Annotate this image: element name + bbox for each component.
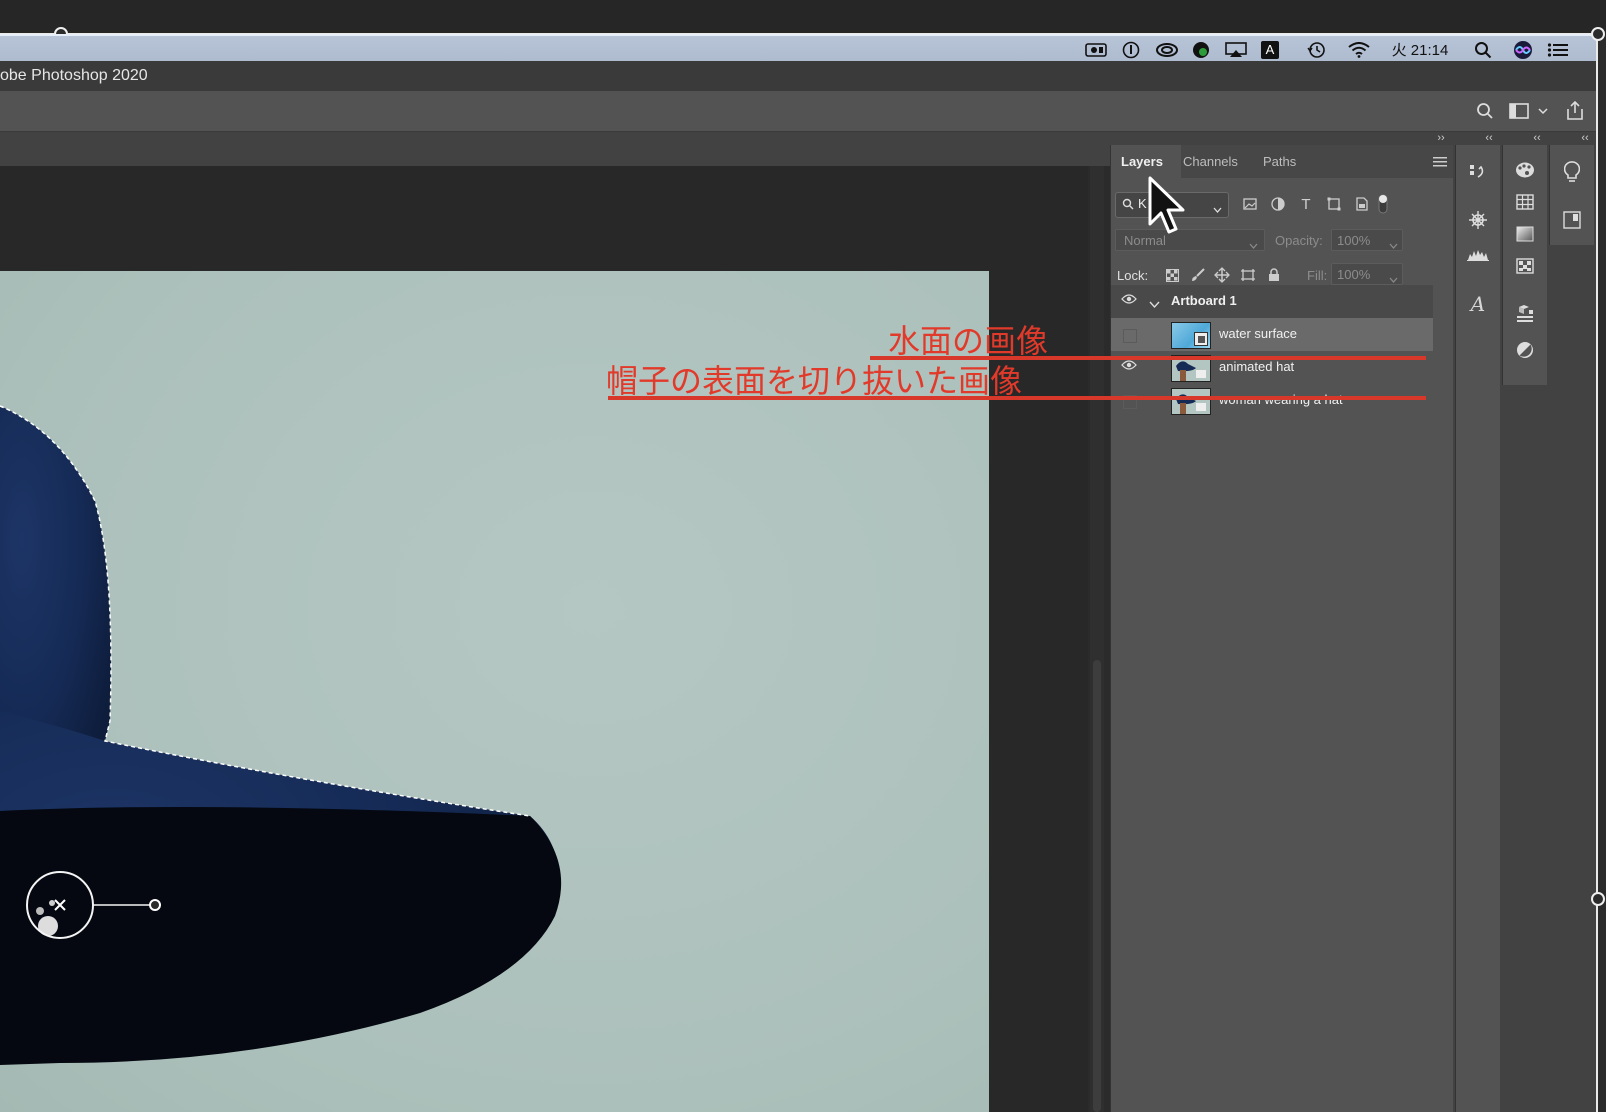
tab-paths[interactable]: Paths [1263,154,1296,169]
airplay-icon[interactable] [1224,40,1248,59]
visibility-toggle[interactable] [1123,329,1137,343]
adjustment-filter-icon[interactable] [1269,195,1287,213]
control-center-icon[interactable] [1546,40,1570,59]
type-filter-icon[interactable]: T [1297,195,1315,213]
fill-field[interactable]: 100% [1331,263,1403,285]
scrollbar-thumb[interactable] [1093,660,1101,1112]
chevron-down-icon [1249,237,1258,255]
document-tab-strip [0,132,1110,166]
search-icon[interactable] [1474,100,1496,122]
swatches-grid-icon[interactable] [1514,191,1536,213]
lock-pixels-brush-icon[interactable] [1189,266,1207,284]
tab-channels[interactable]: Channels [1183,154,1238,169]
chevron-down-icon[interactable] [1149,296,1160,314]
opacity-label: Opacity: [1275,233,1323,248]
annotation-hat-underline [608,396,1426,400]
top-strip [0,0,1606,34]
lock-position-move-icon[interactable] [1213,266,1231,284]
chevron-down-icon [1389,237,1398,255]
options-bar [0,91,1596,132]
menubar-clock[interactable]: 火 21:14 [1388,40,1452,59]
spotlight-icon[interactable] [1472,40,1494,59]
workspace-icon[interactable] [1508,100,1530,122]
layer-thumbnail [1171,322,1211,349]
macos-menubar: A 火 21:14 [0,34,1596,63]
smart-object-icon [1194,332,1208,346]
layers-panel: Layers Channels Paths K T Normal Opacity… [1110,145,1453,1112]
expand-panels-arrow-3[interactable]: ‹‹ [1574,132,1596,145]
window-title-bar: obe Photoshop 2020 [0,61,1596,92]
transform-handle-top-right[interactable] [1591,27,1605,41]
layer-name: animated hat [1219,359,1295,374]
blend-mode-select[interactable]: Normal [1115,229,1265,251]
layer-row-water-surface[interactable]: water surface [1111,318,1433,351]
expand-panels-arrow-2[interactable]: ‹‹ [1526,132,1548,145]
shape-filter-icon[interactable] [1325,195,1343,213]
history-icon[interactable] [1467,161,1489,183]
creative-cloud-icon[interactable] [1154,40,1180,59]
opacity-value: 100% [1337,233,1371,248]
siri-icon[interactable] [1512,40,1534,59]
share-icon[interactable] [1564,100,1586,122]
histogram-icon[interactable] [1467,243,1489,265]
wifi-icon[interactable] [1346,40,1372,59]
navigator-wheel-icon[interactable] [1467,209,1489,231]
properties-icon[interactable] [1561,209,1583,231]
layer-thumbnail [1171,388,1211,415]
screen-record-icon[interactable] [1084,40,1108,59]
opacity-field[interactable]: 100% [1331,229,1403,251]
transform-handle-right-middle[interactable] [1591,892,1605,906]
learn-lightbulb-icon[interactable] [1561,161,1583,183]
fill-value: 100% [1337,267,1371,282]
layer-name: water surface [1219,326,1298,341]
panel-tab-bar: Layers Channels Paths [1111,145,1453,178]
artboard-group-row[interactable]: Artboard 1 [1111,285,1433,318]
input-method-icon[interactable]: A [1260,40,1280,59]
messenger-icon[interactable] [1190,40,1212,59]
collapsed-panel-column-3 [1549,145,1594,245]
collapse-panels-arrow[interactable]: ›› [1430,132,1452,145]
lock-transparency-icon[interactable] [1163,266,1181,284]
collapsed-panel-column-1: A [1455,145,1500,1112]
filter-kind-value: K [1138,196,1147,211]
layer-row-woman-wearing-hat[interactable]: woman wearing a hat [1111,384,1433,417]
eye-icon[interactable] [1121,293,1137,309]
fill-label: Fill: [1307,268,1328,283]
panel-menu-icon[interactable] [1433,155,1447,171]
smart-object-filter-icon[interactable] [1353,195,1371,213]
collapsed-panel-column-2 [1502,145,1547,385]
lock-label: Lock: [1117,268,1149,283]
transform-right-edge [1596,34,1598,1112]
chevron-down-icon[interactable] [1536,100,1550,122]
color-palette-icon[interactable] [1514,159,1536,181]
artboard-name: Artboard 1 [1171,293,1237,308]
glyphs-icon[interactable]: A [1467,292,1489,316]
time-machine-icon[interactable] [1306,40,1328,59]
search-icon [1122,197,1134,215]
expand-panels-arrow[interactable]: ‹‹ [1478,132,1500,145]
pixel-filter-icon[interactable] [1241,195,1259,213]
window-title: obe Photoshop 2020 [0,67,148,84]
chevron-down-icon [1213,201,1222,219]
libraries-3d-icon[interactable] [1514,303,1536,325]
gradients-icon[interactable] [1514,223,1536,245]
patterns-icon[interactable] [1514,255,1536,277]
adjustments-icon[interactable] [1514,339,1536,361]
eye-icon[interactable] [1121,359,1137,375]
filter-toggle-switch[interactable] [1377,194,1389,214]
lock-artboard-icon[interactable] [1239,266,1257,284]
mouse-cursor-arrow-icon [1148,176,1186,241]
info-icon[interactable] [1120,40,1142,59]
tab-layers[interactable]: Layers [1121,154,1163,169]
lock-all-icon[interactable] [1265,266,1283,284]
